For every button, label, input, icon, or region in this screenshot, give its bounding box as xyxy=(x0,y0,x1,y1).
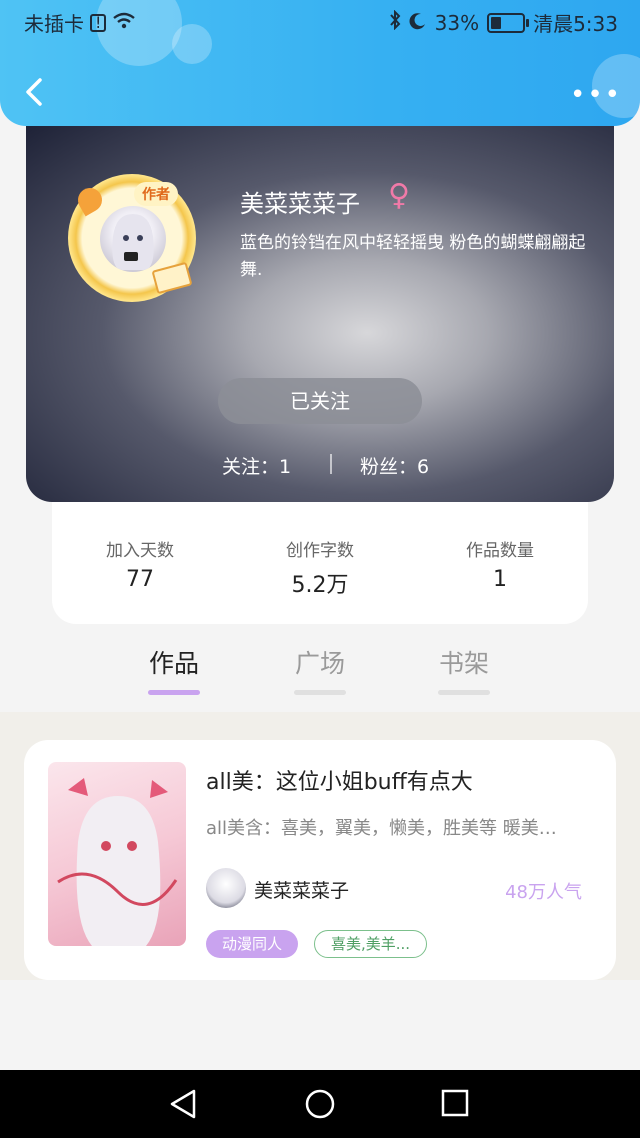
character-tag[interactable]: 喜美,美羊... xyxy=(314,930,428,958)
work-title[interactable]: all美：这位小姐buff有点大 xyxy=(206,764,473,796)
tab-indicator xyxy=(294,690,346,695)
avatar-illustration xyxy=(112,214,154,270)
profile-bio: 蓝色的铃铛在风中轻轻摇曳 粉色的蝴蝶翩翩起舞. xyxy=(240,233,586,280)
fans-count[interactable]: 粉丝：6 xyxy=(360,452,429,479)
work-card[interactable]: all美：这位小姐buff有点大 all美含：喜美，翼美，懒美，胜美等 暖美… … xyxy=(24,740,616,980)
tab-label: 书架 xyxy=(438,649,489,678)
status-bar: 未插卡 ! 33% 清晨5:33 xyxy=(0,0,640,44)
stat-word-count: 创作字数 5.2万 xyxy=(240,536,400,599)
circle-home-icon xyxy=(305,1089,335,1119)
tab-works[interactable]: 作品 xyxy=(134,644,214,695)
tab-indicator xyxy=(148,690,200,695)
tab-label: 作品 xyxy=(148,649,199,678)
follow-counts: 关注：1 粉丝：6 xyxy=(26,452,614,478)
stats-panel: 加入天数 77 创作字数 5.2万 作品数量 1 xyxy=(52,502,588,624)
bluetooth-icon xyxy=(389,9,401,35)
author-avatar[interactable] xyxy=(206,868,246,908)
moon-icon xyxy=(409,11,427,35)
battery-icon xyxy=(487,12,530,33)
follow-button[interactable]: 已关注 xyxy=(218,378,422,424)
system-nav-bar xyxy=(0,1070,640,1138)
tab-bookshelf[interactable]: 书架 xyxy=(424,644,504,695)
stat-join-days: 加入天数 77 xyxy=(60,536,220,592)
work-popularity: 48万人气 xyxy=(505,882,582,903)
stat-value: 5.2万 xyxy=(291,573,349,598)
nav-recents-button[interactable] xyxy=(440,1088,470,1122)
tab-label: 广场 xyxy=(294,649,345,678)
author-badge: 作者 xyxy=(134,182,178,206)
work-description: all美含：喜美，翼美，懒美，胜美等 暖美… xyxy=(206,818,557,839)
tab-bar: 作品 广场 书架 xyxy=(0,630,640,712)
book-cover[interactable] xyxy=(48,762,186,946)
tab-square[interactable]: 广场 xyxy=(280,644,360,695)
back-button[interactable] xyxy=(22,74,48,110)
avatar[interactable] xyxy=(100,206,166,272)
top-header: 未插卡 ! 33% 清晨5:33 ••• xyxy=(0,0,640,126)
category-tag[interactable]: 动漫同人 xyxy=(206,930,299,958)
female-icon: ♀ xyxy=(388,178,410,213)
nav-back-button[interactable] xyxy=(168,1088,198,1124)
stat-label: 作品数量 xyxy=(466,541,534,561)
carrier-text: 未插卡 xyxy=(24,12,84,36)
sim-alert-icon: ! xyxy=(90,13,107,32)
stat-value: 77 xyxy=(126,567,154,592)
more-options-button[interactable]: ••• xyxy=(570,80,622,110)
following-count[interactable]: 关注：1 xyxy=(222,452,291,479)
tab-indicator xyxy=(438,690,490,695)
nav-home-button[interactable] xyxy=(304,1088,336,1124)
work-author[interactable]: 美菜菜菜子 xyxy=(254,876,349,903)
divider xyxy=(330,454,332,474)
profile-name: 美菜菜菜子 xyxy=(240,190,360,218)
stat-works-count: 作品数量 1 xyxy=(420,536,580,592)
triangle-back-icon xyxy=(170,1089,196,1119)
clock: 清晨5:33 xyxy=(533,12,618,36)
more-dots-icon: ••• xyxy=(569,80,622,110)
stat-value: 1 xyxy=(493,567,507,592)
chevron-left-icon xyxy=(26,78,42,106)
book-cover-illustration xyxy=(57,778,178,946)
stat-label: 创作字数 xyxy=(286,541,354,561)
profile-banner: 作者 美菜菜菜子 ♀ 蓝色的铃铛在风中轻轻摇曳 粉色的蝴蝶翩翩起舞. 已关注 关… xyxy=(26,126,614,502)
battery-text: 33% xyxy=(434,10,480,35)
wifi-icon xyxy=(112,11,136,35)
square-recents-icon xyxy=(441,1089,469,1117)
stat-label: 加入天数 xyxy=(106,541,174,561)
